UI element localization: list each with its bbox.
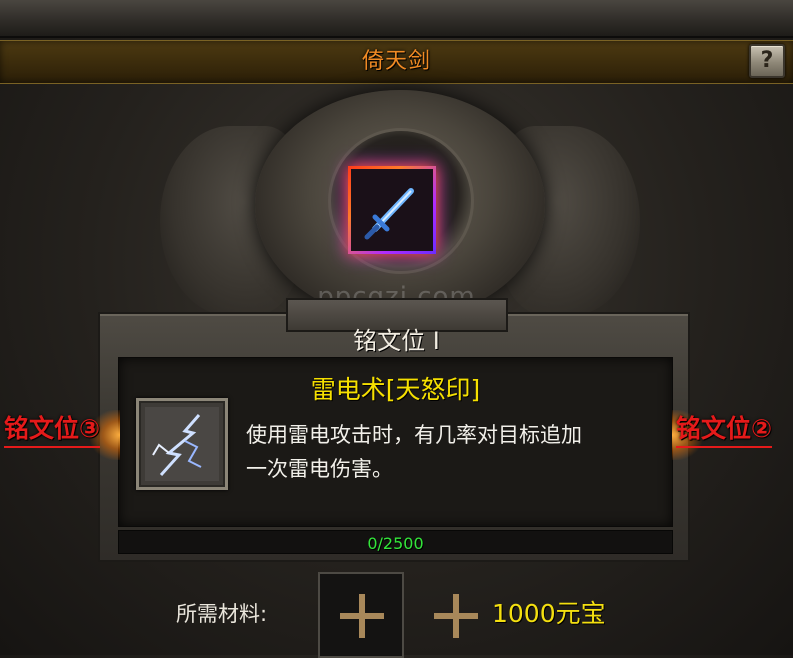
window-title: 倚天剑 [361,49,431,74]
title-bar: 倚天剑 [0,40,793,84]
skill-description: 使用雷电攻击时，有几率对目标追加 一次雷电伤害。 [246,418,656,486]
skill-description-line1: 使用雷电攻击时，有几率对目标追加 [246,423,582,447]
equipment-slot[interactable] [348,166,436,254]
lightning-icon [145,407,219,481]
plus-icon [434,594,478,638]
inscription-slot-2-link[interactable]: 铭文位② [676,412,773,448]
inscription-slot-3-link[interactable]: 铭文位③ [4,412,101,448]
sword-icon [364,188,414,240]
top-frame [0,0,793,38]
skill-description-line2: 一次雷电伤害。 [246,457,393,481]
inscription-slot-label: 铭文位 I [353,327,440,355]
skill-icon-slot[interactable] [136,398,228,490]
plus-icon [340,594,384,638]
cost-amount: 1000元宝 [492,599,606,628]
progress-text: 0/2500 [367,534,424,553]
materials-label: 所需材料: [176,602,268,626]
help-button[interactable]: ? [749,44,785,78]
